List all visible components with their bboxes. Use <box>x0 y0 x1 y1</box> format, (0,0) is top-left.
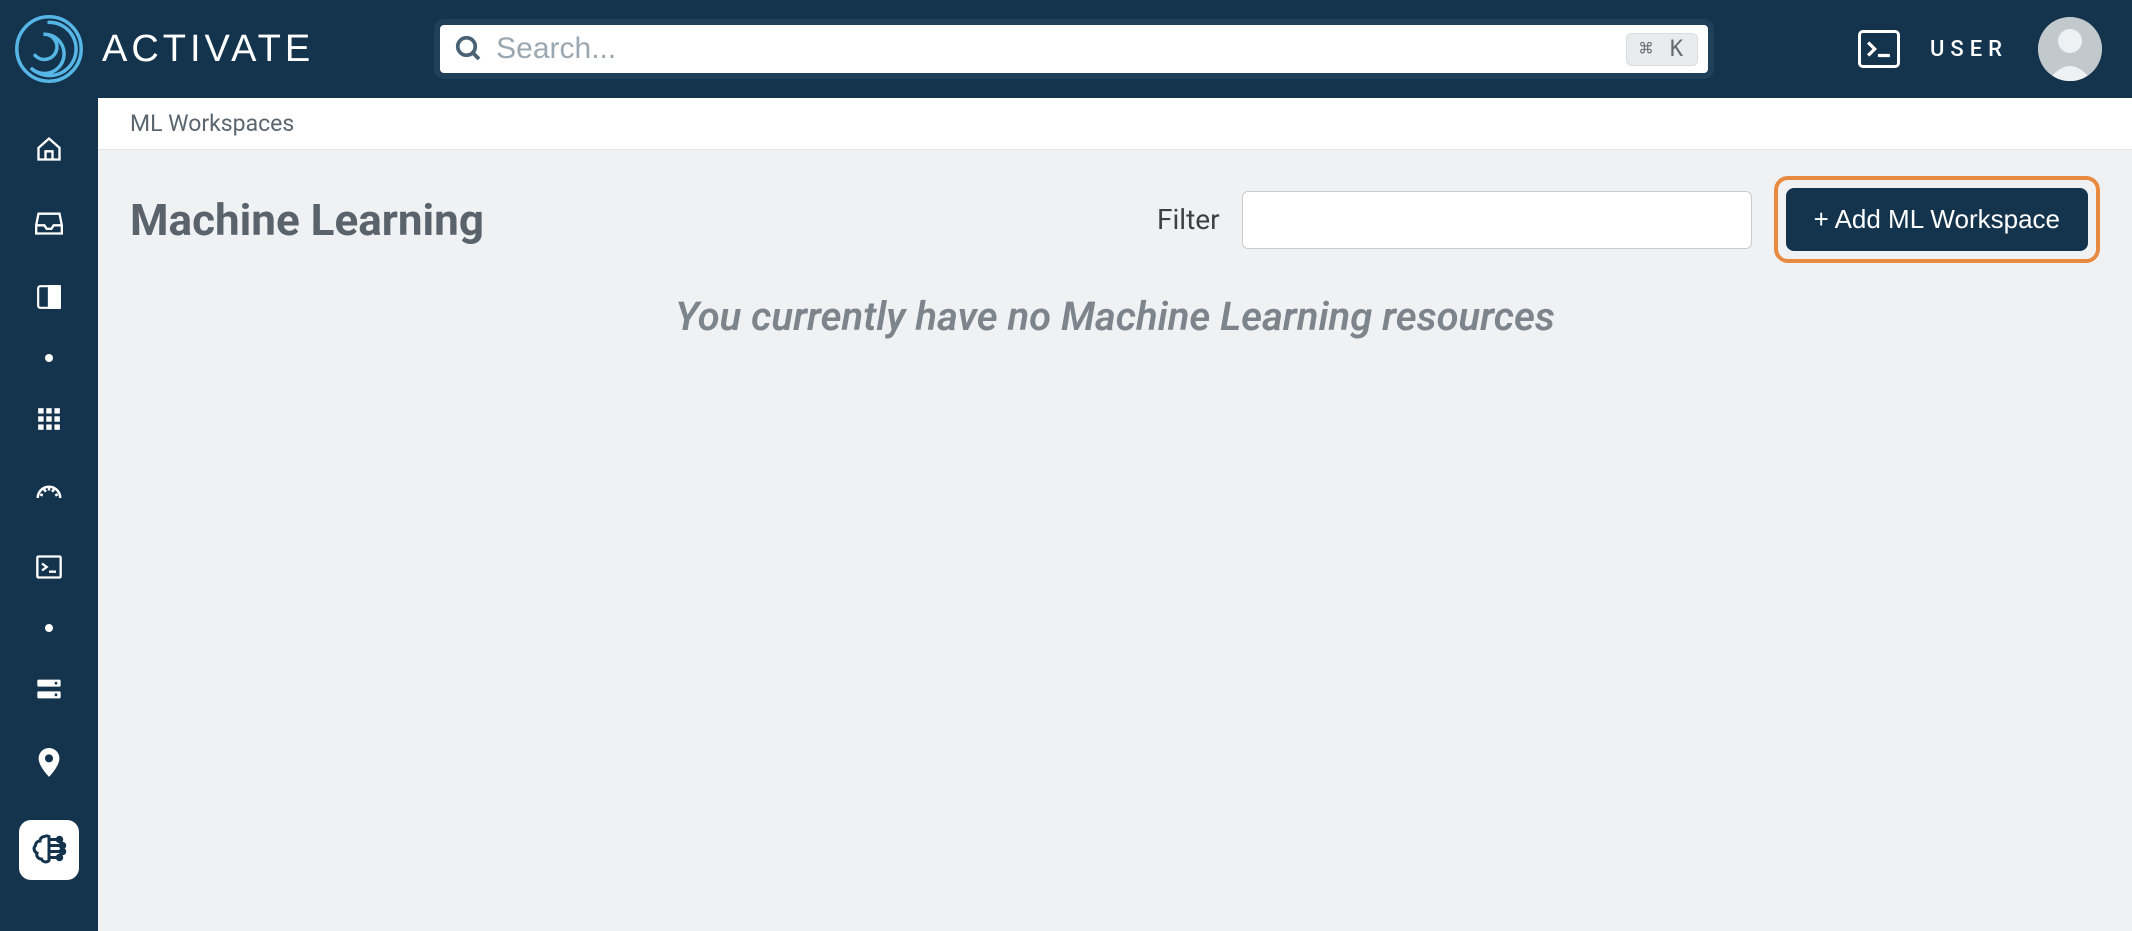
sidebar-item-home[interactable] <box>32 132 66 166</box>
sidebar-item-ml[interactable] <box>19 820 79 880</box>
terminal-window-icon <box>35 554 63 580</box>
sidebar-item-inbox[interactable] <box>32 206 66 240</box>
terminal-icon <box>1866 39 1892 59</box>
add-ml-workspace-button[interactable]: + Add ML Workspace <box>1786 188 2088 251</box>
content-area: Machine Learning Filter + Add ML Workspa… <box>98 150 2132 366</box>
sidebar-item-terminal[interactable] <box>32 550 66 584</box>
sidebar-item-storage[interactable] <box>32 672 66 706</box>
content-header: Machine Learning Filter + Add ML Workspa… <box>130 176 2100 263</box>
user-label: USER <box>1930 37 2008 62</box>
sidebar-item-apps[interactable] <box>32 402 66 436</box>
search-input[interactable] <box>496 32 1626 66</box>
sidebar-item-panel[interactable] <box>32 280 66 314</box>
empty-state-message: You currently have no Machine Learning r… <box>130 293 2100 340</box>
inbox-icon <box>35 210 63 236</box>
avatar-placeholder-icon <box>2038 17 2102 81</box>
user-avatar[interactable] <box>2038 17 2102 81</box>
header-terminal-button[interactable] <box>1858 30 1900 68</box>
filter-input[interactable] <box>1242 191 1752 249</box>
breadcrumb-text[interactable]: ML Workspaces <box>130 110 294 137</box>
global-search[interactable]: ⌘ K <box>434 19 1714 79</box>
header-right: USER <box>1858 17 2102 81</box>
sidebar-item-dashboard[interactable] <box>32 476 66 510</box>
add-workspace-highlight: + Add ML Workspace <box>1774 176 2100 263</box>
search-kbd-hint: ⌘ K <box>1626 33 1698 66</box>
panel-icon <box>36 284 62 310</box>
app-header: ACTIVATE ⌘ K USER <box>0 0 2132 98</box>
brand-logo[interactable]: ACTIVATE <box>14 14 314 84</box>
main-content: ML Workspaces Machine Learning Filter + … <box>98 98 2132 931</box>
sidebar-item-location[interactable] <box>32 746 66 780</box>
gauge-icon <box>34 478 64 508</box>
sidebar-separator <box>45 624 53 632</box>
sidebar-separator <box>45 354 53 362</box>
sidebar <box>0 98 98 931</box>
page-title: Machine Learning <box>130 194 484 246</box>
search-icon <box>454 34 484 64</box>
logo-spiral-icon <box>14 14 84 84</box>
location-pin-icon <box>37 748 61 778</box>
server-icon <box>35 677 63 701</box>
home-icon <box>35 135 63 163</box>
breadcrumb: ML Workspaces <box>98 98 2132 150</box>
grid-icon <box>36 406 62 432</box>
brand-name: ACTIVATE <box>102 28 314 71</box>
filter-label: Filter <box>1157 203 1220 236</box>
brain-chip-icon <box>31 832 67 868</box>
